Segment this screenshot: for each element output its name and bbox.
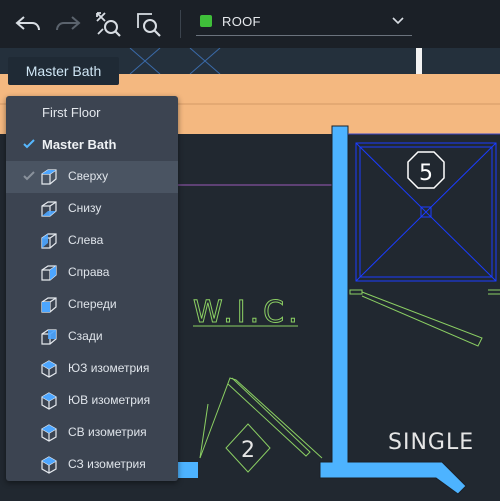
tag-5: 5	[419, 161, 433, 186]
nw-iso-icon	[41, 456, 57, 474]
view-left-icon	[41, 233, 57, 249]
menu-item-label: Спереди	[68, 297, 117, 311]
current-view-tooltip: Master Bath	[8, 57, 119, 85]
undo-button[interactable]	[12, 8, 44, 40]
check-icon	[23, 171, 35, 181]
menu-item-label: СВ изометрия	[68, 425, 147, 439]
redo-button[interactable]	[52, 8, 84, 40]
sw-iso-icon	[41, 360, 57, 378]
undo-arrow-icon	[15, 16, 40, 31]
menu-item-label: Слева	[68, 233, 104, 247]
menu-item-ne-iso[interactable]: СВ изометрия	[6, 417, 178, 449]
room-label-single: SINGLE	[388, 430, 474, 455]
menu-item-label: Сзади	[68, 329, 103, 343]
view-bottom-icon	[41, 201, 57, 217]
layer-color-swatch	[200, 15, 212, 27]
zoom-window-icon	[137, 13, 161, 37]
chevron-down-icon	[392, 17, 404, 25]
menu-item-label: ЮВ изометрия	[68, 393, 151, 407]
layer-dropdown[interactable]: ROOF	[196, 8, 412, 36]
menu-item-view-right[interactable]: Справа	[6, 257, 178, 289]
se-iso-icon	[41, 392, 57, 410]
menu-item-se-iso[interactable]: ЮВ изометрия	[6, 385, 178, 417]
menu-item-label: Снизу	[68, 201, 102, 215]
view-back-icon	[41, 329, 57, 345]
top-toolbar: ROOF	[0, 0, 500, 48]
room-label-wic: W.I.C.	[193, 295, 302, 330]
menu-item-view-top[interactable]: Сверху	[6, 161, 178, 193]
menu-item-first-floor[interactable]: First Floor	[6, 97, 178, 129]
view-top-icon	[41, 169, 57, 185]
layer-name: ROOF	[222, 14, 261, 29]
menu-item-view-bottom[interactable]: Снизу	[6, 193, 178, 225]
menu-item-view-left[interactable]: Слева	[6, 225, 178, 257]
zoom-window-button[interactable]	[132, 8, 164, 40]
menu-item-label: Сверху	[68, 169, 109, 183]
redo-arrow-icon	[56, 16, 81, 31]
menu-item-label: СЗ изометрия	[68, 457, 146, 471]
ne-iso-icon	[41, 424, 57, 442]
view-right-icon	[41, 265, 57, 281]
zoom-extents-icon	[96, 12, 121, 37]
menu-item-label: First Floor	[42, 105, 101, 120]
menu-item-label: Справа	[68, 265, 110, 279]
menu-item-view-back[interactable]: Сзади	[6, 321, 178, 353]
menu-item-master-bath[interactable]: Master Bath	[6, 129, 178, 161]
menu-item-label: Master Bath	[42, 137, 117, 152]
view-menu: First Floor Master Bath Сверху Снизу Сле…	[6, 96, 178, 481]
menu-item-view-front[interactable]: Спереди	[6, 289, 178, 321]
tag-2: 2	[241, 438, 255, 463]
menu-item-label: ЮЗ изометрия	[68, 361, 150, 375]
menu-item-nw-iso[interactable]: СЗ изометрия	[6, 449, 178, 481]
zoom-extents-button[interactable]	[92, 8, 124, 40]
view-front-icon	[41, 297, 57, 313]
check-icon	[23, 139, 35, 149]
menu-item-sw-iso[interactable]: ЮЗ изометрия	[6, 353, 178, 385]
toolbar-separator	[180, 10, 181, 38]
